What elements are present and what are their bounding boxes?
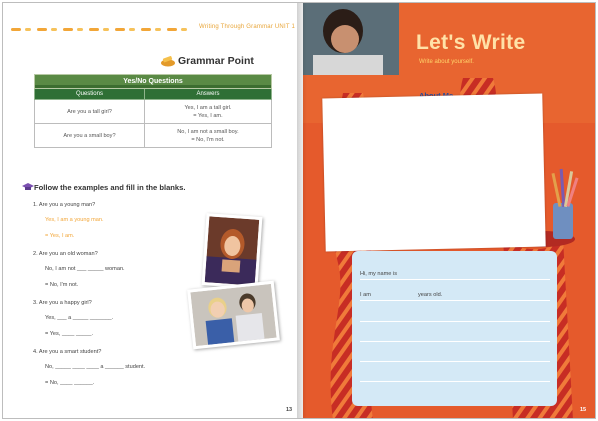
right-page: Let's Write Write about yourself. About …: [303, 3, 595, 418]
answer-short: = No, I'm not.: [191, 136, 225, 143]
exercise-answer-short: = Yes, I am.: [45, 233, 75, 239]
table-row: Are you a tall girl? Yes, I am a tall gi…: [34, 99, 273, 124]
question-cell: Are you a tall girl?: [34, 99, 145, 124]
lets-write-subtitle: Write about yourself.: [419, 59, 474, 65]
exercise-answer: No, I am not ___ _____ woman.: [45, 266, 125, 272]
exercise-answer: Yes, I am a young man.: [45, 217, 104, 223]
writing-line[interactable]: [360, 321, 550, 322]
column-header-questions: Questions: [34, 88, 145, 100]
drawing-area[interactable]: [322, 93, 546, 252]
exercise-answer: No, _____ ____ ____ a ______ student.: [45, 364, 146, 370]
exercise-question: 1. Are you a young man?: [33, 202, 96, 208]
question-cell: Are you a small boy?: [34, 123, 145, 148]
card-line-name: Hi, my name is: [360, 271, 397, 277]
writing-line[interactable]: [360, 381, 550, 382]
answer-cell: No, I am not a small boy. = No, I'm not.: [143, 123, 273, 148]
exercise-answer: Yes, ___ a _____ _______.: [45, 315, 114, 321]
exercise-title: Follow the examples and fill in the blan…: [34, 183, 186, 192]
exercise-answer-short: = No, I'm not.: [45, 282, 79, 288]
graduation-cap-icon: [22, 183, 34, 190]
card-line-age-end: years old.: [418, 292, 443, 298]
exercise-question: 4. Are you a smart student?: [33, 349, 102, 355]
exercise-answer-short: = No, ____ ______.: [45, 380, 95, 386]
yes-no-table: Yes/No Questions Questions Answers Are y…: [34, 74, 273, 148]
writing-line[interactable]: [360, 279, 550, 280]
answer-line: No, I am not a small boy.: [177, 128, 239, 135]
answer-line: Yes, I am a tall girl.: [184, 104, 232, 111]
lets-write-title: Let's Write: [416, 31, 526, 54]
column-header-answers: Answers: [143, 88, 273, 100]
page-number: 13: [286, 407, 293, 413]
children-photo: [187, 280, 280, 350]
table-row: Are you a small boy? No, I am not a smal…: [34, 123, 273, 148]
exercise-answer-short: = Yes, ____ _____.: [45, 331, 94, 337]
exercise-question: 2. Are you an old woman?: [33, 251, 98, 257]
table-caption: Yes/No Questions: [34, 74, 272, 89]
writing-card[interactable]: Hi, my name is I am years old.: [352, 251, 557, 406]
unit-header: Writing Through Grammar UNIT 1: [198, 24, 295, 30]
card-line-age-start: I am: [360, 292, 371, 298]
left-page: Writing Through Grammar UNIT 1 Grammar P…: [3, 3, 303, 418]
answer-cell: Yes, I am a tall girl. = Yes, I am.: [143, 99, 273, 124]
page-number: 15: [580, 407, 587, 413]
pencil-icon: [161, 56, 175, 67]
writing-line[interactable]: [360, 341, 550, 342]
textbook-spread: Writing Through Grammar UNIT 1 Grammar P…: [2, 2, 596, 419]
book-gutter: [297, 3, 307, 418]
writing-line[interactable]: [360, 300, 550, 301]
writing-line[interactable]: [360, 361, 550, 362]
girl-photo: [201, 213, 263, 289]
answer-short: = Yes, I am.: [193, 112, 223, 119]
grammar-point-title: Grammar Point: [178, 55, 254, 67]
exercise-question: 3. Are you a happy girl?: [33, 300, 92, 306]
